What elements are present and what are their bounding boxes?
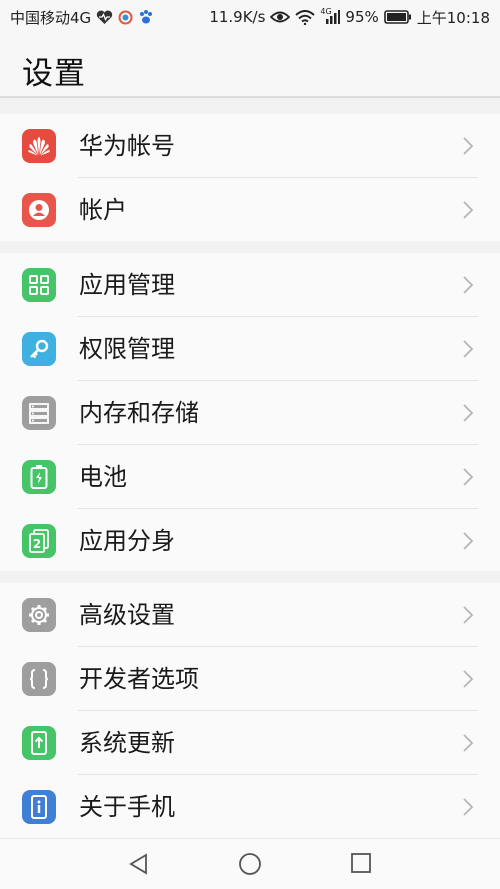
app-header: 设置	[0, 34, 500, 98]
battery-icon	[22, 460, 56, 494]
settings-item-label: 系统更新	[79, 729, 175, 757]
chevron-right-icon	[462, 797, 474, 821]
chevron-right-icon	[462, 605, 474, 629]
chevron-right-icon	[462, 467, 474, 491]
status-bar: 中国移动4G 11.9K/s 4G 95% 上午10:18	[0, 0, 500, 34]
page-title: 设置	[22, 56, 86, 92]
settings-item-label: 关于手机	[79, 793, 175, 821]
wifi-icon	[295, 9, 316, 25]
chevron-right-icon	[462, 733, 474, 757]
chevron-right-icon	[462, 339, 474, 363]
chevron-right-icon	[462, 136, 474, 160]
heart-icon	[96, 10, 113, 25]
network-speed: 11.9K/s	[209, 8, 266, 26]
chevron-right-icon	[462, 275, 474, 299]
settings-item-label: 应用分身	[79, 527, 175, 555]
paw-icon	[138, 9, 154, 25]
battery-percent: 95%	[345, 8, 379, 26]
eye-icon	[270, 10, 291, 24]
chevron-right-icon	[462, 669, 474, 693]
settings-group-system: 高级设置 开发者选项 系统更新 关于手机	[0, 583, 500, 838]
battery-icon	[383, 10, 412, 24]
gear-icon	[22, 598, 56, 632]
signal-icon: 4G	[320, 7, 341, 25]
chevron-right-icon	[462, 403, 474, 427]
settings-item-about-phone[interactable]: 关于手机	[0, 775, 500, 839]
chevron-right-icon	[462, 531, 474, 555]
settings-item-permissions[interactable]: 权限管理	[0, 317, 500, 381]
chevron-right-icon	[462, 200, 474, 224]
settings-item-label: 高级设置	[79, 601, 175, 629]
network-type-label: 4G	[320, 7, 332, 16]
navigation-bar	[0, 838, 500, 889]
account-icon	[22, 193, 56, 227]
carrier-label: 中国移动4G	[10, 8, 92, 27]
settings-item-app-twin[interactable]: 2 应用分身	[0, 509, 500, 573]
settings-item-label: 开发者选项	[79, 665, 199, 693]
settings-item-account[interactable]: 帐户	[0, 178, 500, 242]
settings-item-label: 电池	[79, 463, 127, 491]
settings-item-advanced-settings[interactable]: 高级设置	[0, 583, 500, 647]
info-icon	[22, 790, 56, 824]
settings-item-label: 帐户	[79, 196, 127, 224]
apps-grid-icon	[22, 268, 56, 302]
developer-braces-icon	[22, 662, 56, 696]
settings-item-battery[interactable]: 电池	[0, 445, 500, 509]
settings-item-label: 权限管理	[79, 335, 175, 363]
svg-text:2: 2	[33, 537, 41, 551]
settings-item-huawei-id[interactable]: 华为帐号	[0, 114, 500, 178]
settings-item-system-update[interactable]: 系统更新	[0, 711, 500, 775]
settings-group-apps: 应用管理 权限管理 内存和存储 电池 2 应用分身	[0, 253, 500, 571]
clock: 上午10:18	[416, 8, 490, 27]
app-twin-icon: 2	[22, 524, 56, 558]
app-notification-icon	[118, 10, 133, 25]
back-icon[interactable]	[128, 853, 150, 879]
settings-item-label: 内存和存储	[79, 399, 199, 427]
system-update-icon	[22, 726, 56, 760]
settings-item-label: 华为帐号	[79, 132, 175, 160]
storage-icon	[22, 396, 56, 430]
huawei-logo-icon	[22, 129, 56, 163]
settings-item-app-management[interactable]: 应用管理	[0, 253, 500, 317]
settings-item-developer-options[interactable]: 开发者选项	[0, 647, 500, 711]
key-icon	[22, 332, 56, 366]
recents-icon[interactable]	[350, 853, 372, 879]
settings-list: 华为帐号 帐户 应用管理 权限管理 内存和存储 电池 2 应用分身 高级设置 开…	[0, 98, 500, 838]
settings-group-account: 华为帐号 帐户	[0, 114, 500, 241]
settings-item-storage[interactable]: 内存和存储	[0, 381, 500, 445]
home-icon[interactable]	[238, 853, 262, 881]
settings-item-label: 应用管理	[79, 271, 175, 299]
